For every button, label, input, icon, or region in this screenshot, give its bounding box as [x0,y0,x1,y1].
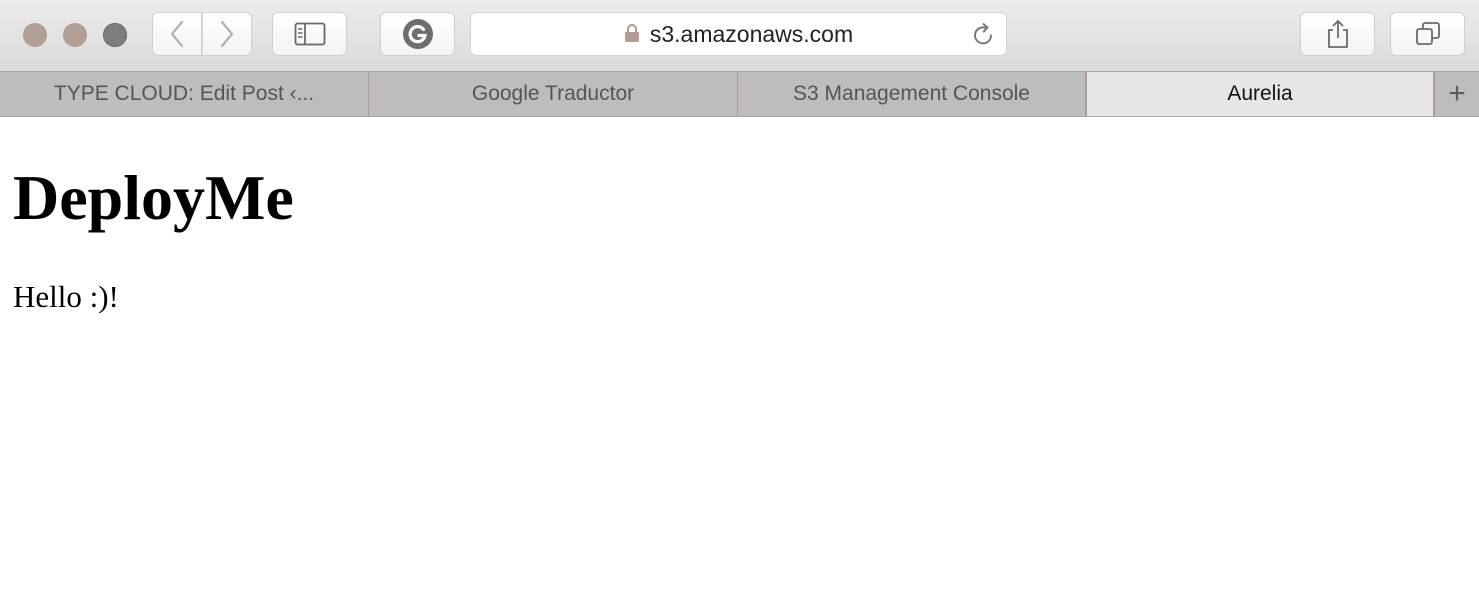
sidebar-toggle-button[interactable] [272,12,347,56]
tab-google-traductor[interactable]: Google Traductor [369,72,738,116]
back-button[interactable] [152,12,202,56]
reload-icon[interactable] [970,22,996,48]
grammarly-icon [402,19,433,49]
forward-button[interactable] [202,12,252,56]
share-button[interactable] [1300,12,1375,56]
chevron-right-icon [220,20,234,48]
close-window-button[interactable] [23,23,47,47]
tabs-overview-button[interactable] [1390,12,1465,56]
address-bar-center: s3.amazonaws.com [471,13,1006,55]
plus-icon: + [1448,77,1466,110]
tab-s3-management-console[interactable]: S3 Management Console [738,72,1086,116]
new-tab-button[interactable]: + [1434,72,1479,116]
lock-icon [624,24,639,42]
address-bar[interactable]: s3.amazonaws.com [470,12,1007,56]
tab-type-cloud[interactable]: TYPE CLOUD: Edit Post ‹... [0,72,369,116]
page-content: DeployMe Hello :)! [0,117,1479,604]
tab-bar: TYPE CLOUD: Edit Post ‹... Google Traduc… [0,71,1479,117]
browser-toolbar: s3.amazonaws.com [0,0,1479,71]
tab-label: TYPE CLOUD: Edit Post ‹... [53,82,315,105]
tab-label: Google Traductor [471,82,635,105]
chevron-left-icon [170,20,184,48]
page-message: Hello :)! [13,279,119,314]
tab-label: Aurelia [1227,82,1293,105]
tab-label: S3 Management Console [793,82,1030,105]
sidebar-icon [294,22,325,46]
page-title: DeployMe [13,162,294,233]
tabs-overview-icon [1415,22,1440,45]
minimize-window-button[interactable] [63,23,87,47]
url-text: s3.amazonaws.com [649,20,854,47]
tab-aurelia-active[interactable]: Aurelia [1086,72,1434,116]
fullscreen-window-button[interactable] [103,23,127,47]
share-icon [1327,20,1348,48]
grammarly-extension-button[interactable] [380,12,455,56]
browser-window: s3.amazonaws.com TYPE CLOUD: Edit Post ‹… [0,0,1479,604]
